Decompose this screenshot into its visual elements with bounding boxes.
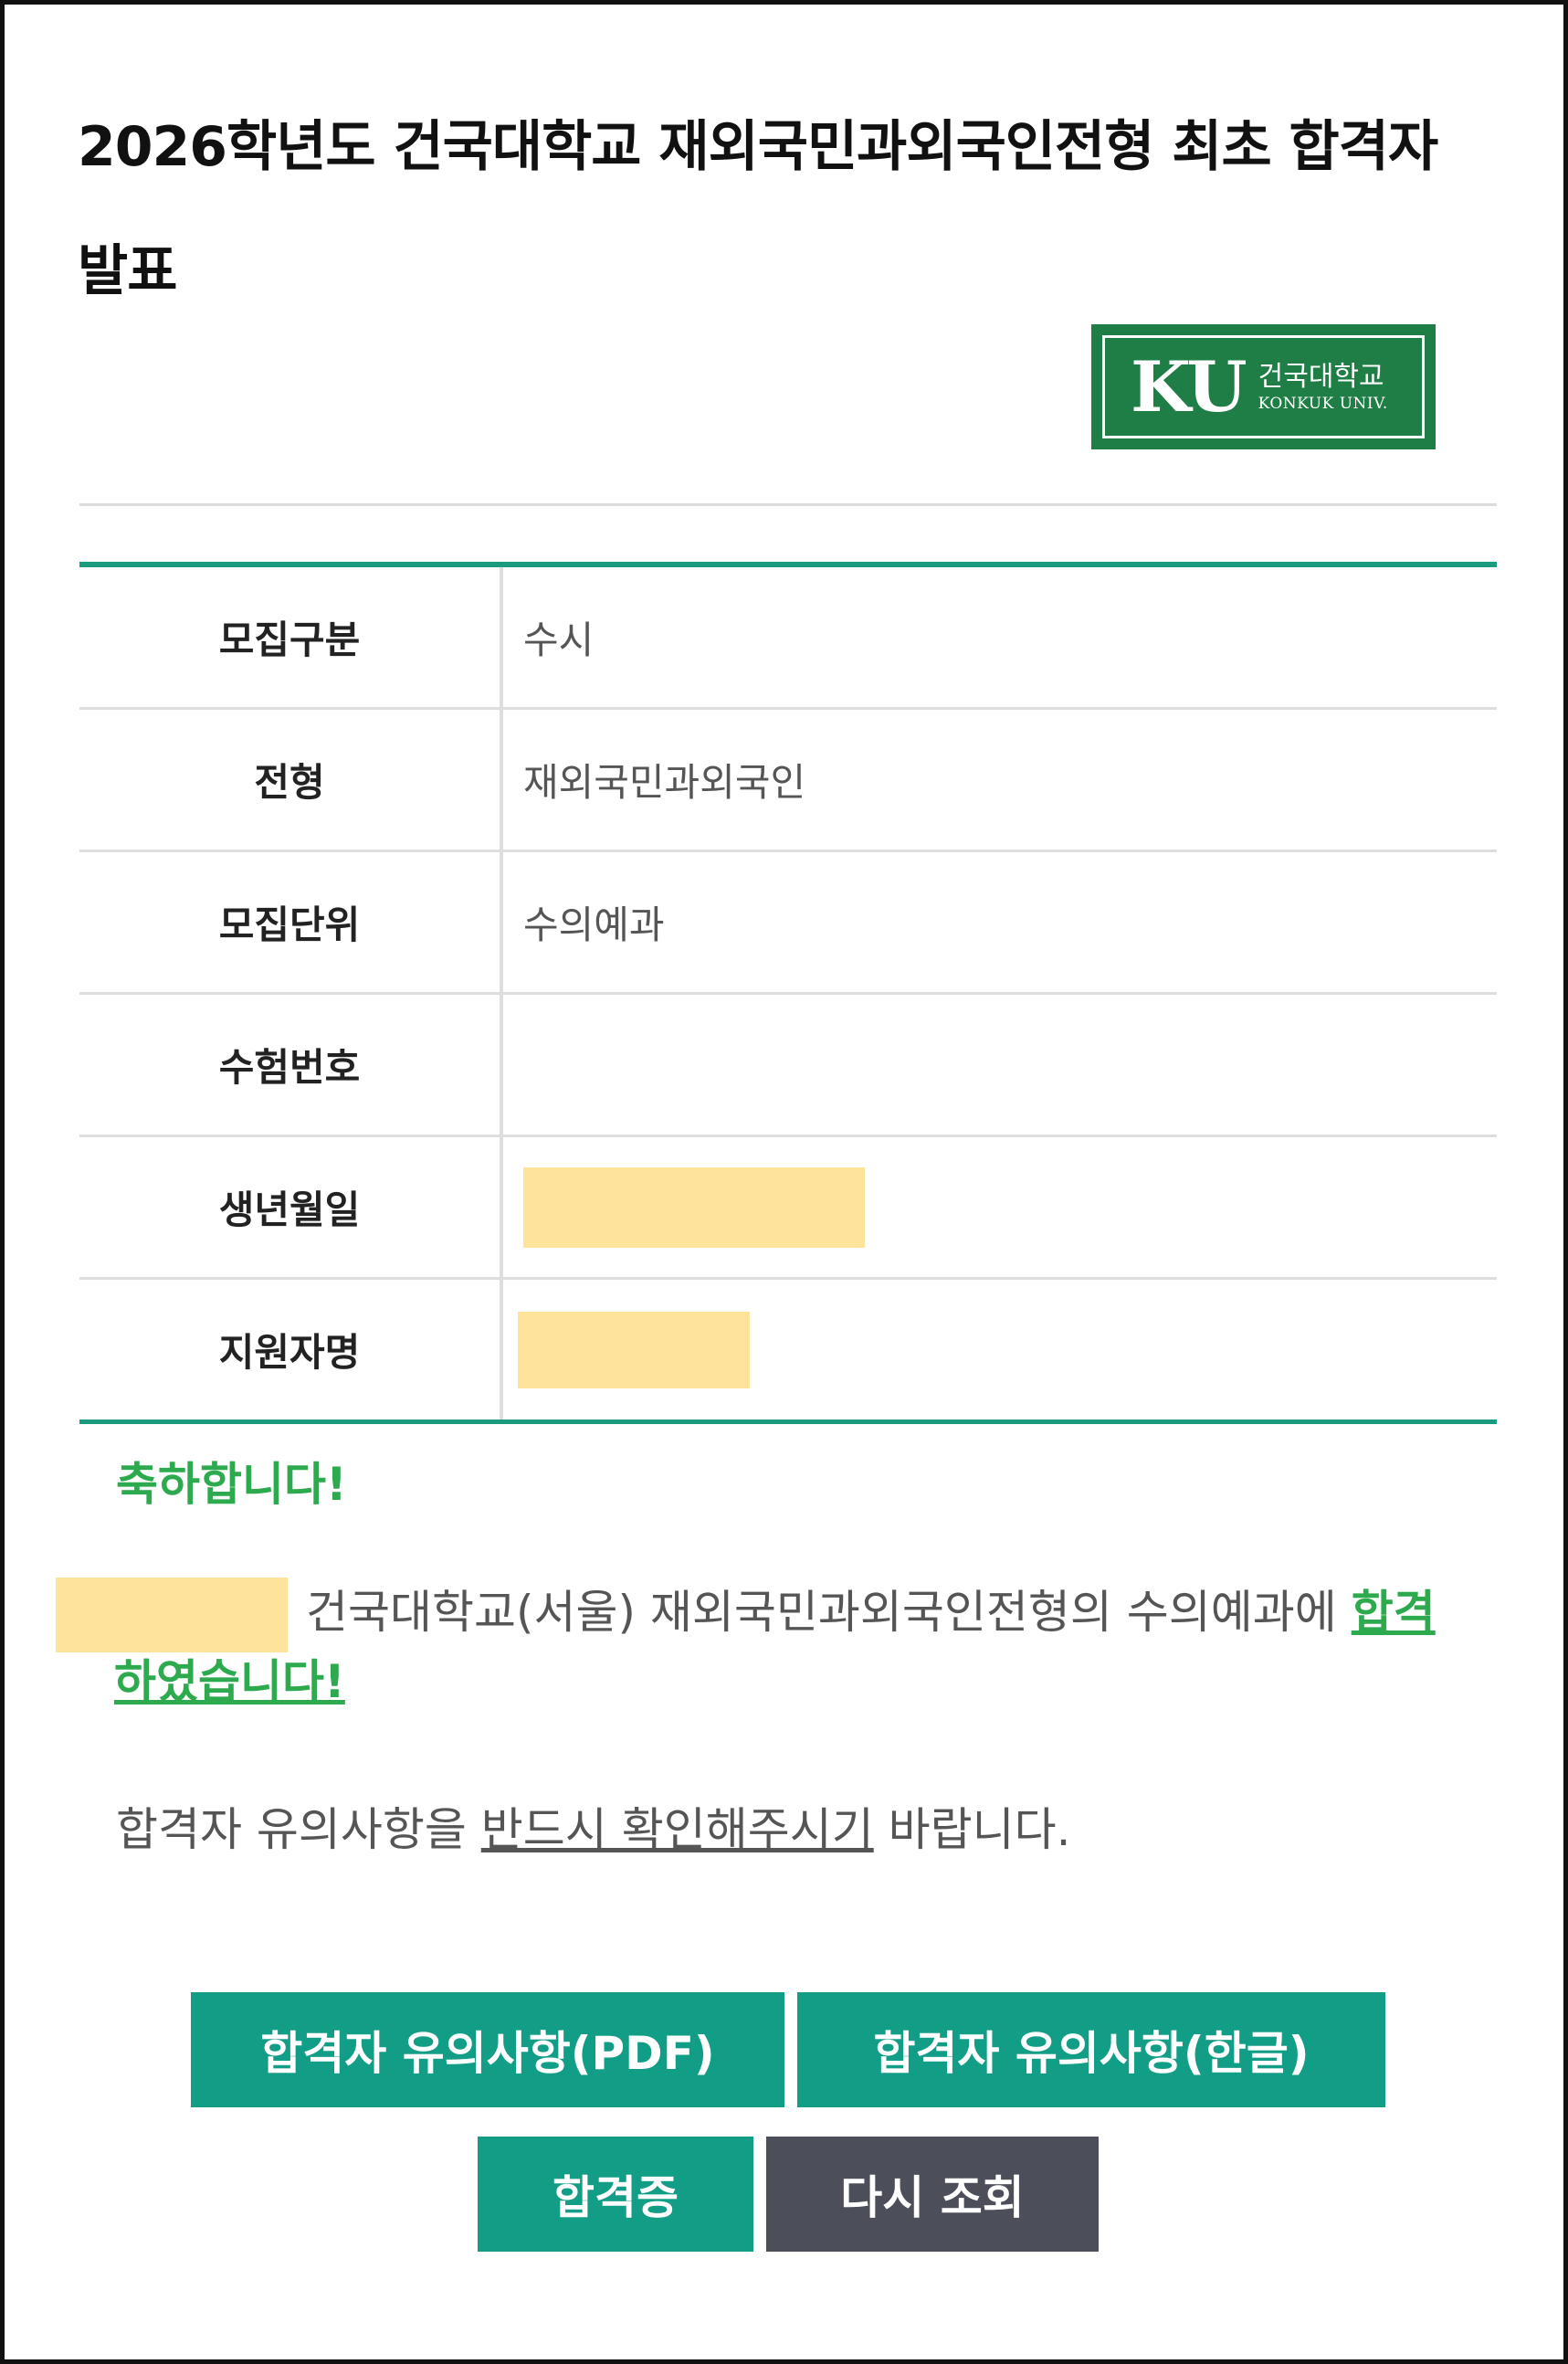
row-value xyxy=(503,1280,1497,1419)
notice-emphasis: 반드시 확인해주시기 xyxy=(480,1803,874,1856)
logo-border: KU 건국대학교 KONKUK UNIV. xyxy=(1102,335,1425,438)
redacted-name xyxy=(56,1578,288,1652)
konkuk-logo: KU 건국대학교 KONKUK UNIV. xyxy=(1091,324,1436,449)
row-label: 모집단위 xyxy=(79,852,503,992)
row-value: 수의예과 xyxy=(523,902,665,947)
section-divider xyxy=(79,503,1497,506)
certificate-button[interactable]: 합격증 xyxy=(478,2137,753,2252)
applicant-info-table: 모집구분 수시 전형 재외국민과외국인 모집단위 수의예과 수험번호 생년월일 … xyxy=(79,562,1497,1424)
row-label: 전형 xyxy=(79,710,503,850)
logo-text: 건국대학교 KONKUK UNIV. xyxy=(1258,361,1388,414)
notice-after: 바랍니다. xyxy=(873,1803,1071,1856)
result-text: 건국대학교(서울) 재외국민과외국인전형의 수의예과에 합격하였습니다! xyxy=(114,1578,1447,1716)
table-row-exam-number: 수험번호 xyxy=(79,995,1497,1137)
notice-before: 합격자 유의사항을 xyxy=(116,1803,481,1856)
result-message-text: 건국대학교(서울) 재외국민과외국인전형의 수의예과에 xyxy=(306,1586,1352,1639)
row-value xyxy=(503,1137,1497,1277)
row-label: 모집구분 xyxy=(79,567,503,707)
table-row-recruit-type: 모집구분 수시 xyxy=(79,567,1497,710)
page-frame: 2026학년도 건국대학교 재외국민과외국인전형 최초 합격자 발표 KU 건국… xyxy=(0,0,1568,2364)
logo-name-en: KONKUK UNIV. xyxy=(1258,394,1388,413)
notice-hwp-button[interactable]: 합격자 유의사항(한글) xyxy=(797,1992,1385,2107)
row-label: 지원자명 xyxy=(79,1280,503,1419)
row-value: 수시 xyxy=(523,617,595,662)
congrats-heading: 축하합니다! xyxy=(116,1458,347,1511)
table-row-unit: 모집단위 수의예과 xyxy=(79,852,1497,995)
redacted-applicant-name xyxy=(518,1311,750,1388)
table-row-applicant-name: 지원자명 xyxy=(79,1280,1497,1419)
result-message: 건국대학교(서울) 재외국민과외국인전형의 수의예과에 합격하였습니다! xyxy=(56,1578,1447,1716)
page-title: 2026학년도 건국대학교 재외국민과외국인전형 최초 합격자 발표 xyxy=(78,115,1438,303)
notice-pdf-button[interactable]: 합격자 유의사항(PDF) xyxy=(191,1992,784,2107)
redacted-birthdate xyxy=(523,1166,865,1248)
row-value xyxy=(503,995,1497,1135)
row-label: 생년월일 xyxy=(79,1137,503,1277)
table-row-birthdate: 생년월일 xyxy=(79,1137,1497,1280)
logo-name-kr: 건국대학교 xyxy=(1258,360,1384,393)
row-value: 재외국민과외국인 xyxy=(523,760,806,805)
search-again-button[interactable]: 다시 조회 xyxy=(766,2137,1099,2252)
table-row-admission-type: 전형 재외국민과외국인 xyxy=(79,710,1497,852)
notice-message: 합격자 유의사항을 반드시 확인해주시기 바랍니다. xyxy=(116,1793,1071,1859)
logo-mark: KU xyxy=(1131,345,1247,427)
row-label: 수험번호 xyxy=(79,995,503,1135)
